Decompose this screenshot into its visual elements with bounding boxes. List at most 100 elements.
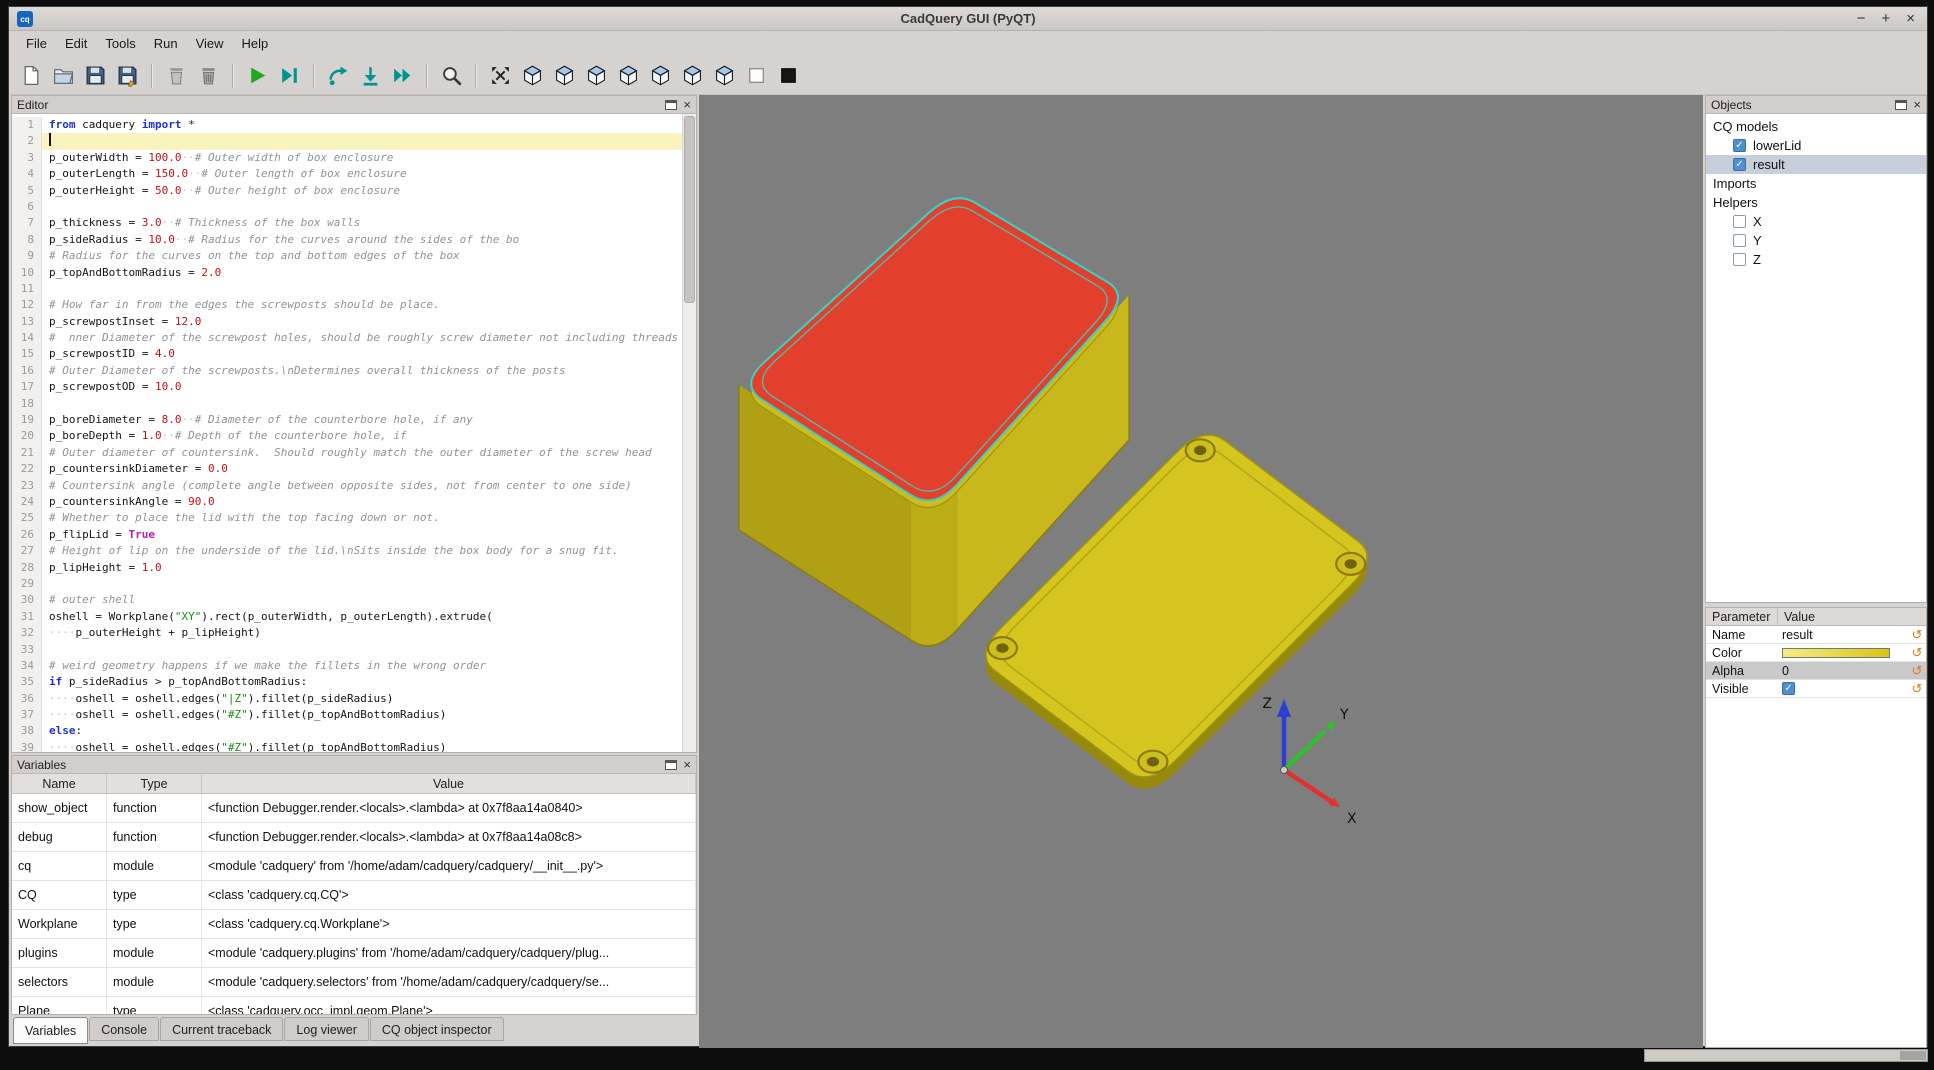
param-row-visible[interactable]: Visible✓↺ bbox=[1706, 680, 1926, 698]
clear-icon[interactable] bbox=[162, 61, 191, 90]
variable-row-plugins[interactable]: pluginsmodule<module 'cadquery.plugins' … bbox=[12, 939, 696, 968]
code-line-10[interactable]: 10p_topAndBottomRadius = 2.0 bbox=[12, 265, 683, 281]
save-script-icon[interactable] bbox=[81, 61, 110, 90]
zoom-icon[interactable] bbox=[437, 61, 466, 90]
code-line-32[interactable]: 32····p_outerHeight + p_lipHeight) bbox=[12, 625, 683, 641]
code-line-16[interactable]: 16# Outer Diameter of the screwposts.\nD… bbox=[12, 363, 683, 379]
close-button[interactable]: × bbox=[1906, 7, 1915, 31]
tab-log-viewer[interactable]: Log viewer bbox=[284, 1017, 368, 1041]
debug-icon[interactable] bbox=[275, 61, 304, 90]
checkbox-z[interactable] bbox=[1733, 253, 1746, 266]
tab-variables[interactable]: Variables bbox=[13, 1017, 88, 1044]
minimize-button[interactable]: − bbox=[1857, 7, 1866, 31]
tab-current-traceback[interactable]: Current traceback bbox=[160, 1017, 283, 1041]
step-over-icon[interactable] bbox=[324, 61, 353, 90]
reset-icon[interactable]: ↺ bbox=[1908, 681, 1926, 697]
variable-row-selectors[interactable]: selectorsmodule<module 'cadquery.selecto… bbox=[12, 968, 696, 997]
variable-row-debug[interactable]: debugfunction<function Debugger.render.<… bbox=[12, 823, 696, 852]
float-panel-icon[interactable] bbox=[1895, 100, 1907, 110]
code-line-39[interactable]: 39····oshell = oshell.edges("#Z").fillet… bbox=[12, 740, 683, 752]
code-line-13[interactable]: 13p_screwpostInset = 12.0 bbox=[12, 314, 683, 330]
horizontal-scrollbar[interactable] bbox=[1644, 1049, 1928, 1062]
param-row-name[interactable]: Nameresult↺ bbox=[1706, 626, 1926, 644]
reset-icon[interactable]: ↺ bbox=[1908, 627, 1926, 643]
code-line-14[interactable]: 14# nner Diameter of the screwpost holes… bbox=[12, 330, 683, 346]
view-back-icon[interactable] bbox=[582, 61, 611, 90]
menu-view[interactable]: View bbox=[187, 31, 233, 57]
variable-row-cq[interactable]: CQtype<class 'cadquery.cq.CQ'> bbox=[12, 881, 696, 910]
code-line-25[interactable]: 25# Whether to place the lid with the to… bbox=[12, 510, 683, 526]
code-line-30[interactable]: 30# outer shell bbox=[12, 592, 683, 608]
code-line-36[interactable]: 36····oshell = oshell.edges("|Z").fillet… bbox=[12, 691, 683, 707]
variables-column-value[interactable]: Value bbox=[202, 774, 696, 793]
code-line-31[interactable]: 31oshell = Workplane("XY").rect(p_outerW… bbox=[12, 609, 683, 625]
close-panel-icon[interactable]: × bbox=[1913, 99, 1921, 111]
variable-row-workplane[interactable]: Workplanetype<class 'cadquery.cq.Workpla… bbox=[12, 910, 696, 939]
code-line-26[interactable]: 26p_flipLid = True bbox=[12, 527, 683, 543]
float-panel-icon[interactable] bbox=[665, 760, 677, 770]
view-front-icon[interactable] bbox=[550, 61, 579, 90]
float-panel-icon[interactable] bbox=[665, 100, 677, 110]
color-swatch[interactable] bbox=[1782, 648, 1890, 658]
scrollbar-thumb[interactable] bbox=[684, 116, 695, 303]
titlebar[interactable]: cq CadQuery GUI (PyQT) − + × bbox=[9, 7, 1927, 31]
checkbox-lowerlid[interactable]: ✓ bbox=[1733, 139, 1746, 152]
menu-help[interactable]: Help bbox=[233, 31, 278, 57]
close-panel-icon[interactable]: × bbox=[683, 99, 691, 111]
view-left-icon[interactable] bbox=[614, 61, 643, 90]
code-line-6[interactable]: 6 bbox=[12, 199, 683, 215]
code-line-23[interactable]: 23# Countersink angle (complete angle be… bbox=[12, 478, 683, 494]
variable-row-show-object[interactable]: show_objectfunction<function Debugger.re… bbox=[12, 794, 696, 823]
tree-item-result[interactable]: ✓result bbox=[1706, 155, 1926, 174]
tree-item-x[interactable]: X bbox=[1706, 212, 1926, 231]
editor-scrollbar[interactable] bbox=[682, 114, 696, 752]
code-line-34[interactable]: 34# weird geometry happens if we make th… bbox=[12, 658, 683, 674]
save-as-script-icon[interactable] bbox=[113, 61, 142, 90]
code-line-2[interactable]: 2 bbox=[12, 133, 683, 149]
step-into-icon[interactable] bbox=[356, 61, 385, 90]
tree-group-imports[interactable]: Imports bbox=[1706, 174, 1926, 193]
close-panel-icon[interactable]: × bbox=[683, 759, 691, 771]
view-bottom-icon[interactable] bbox=[710, 61, 739, 90]
code-line-11[interactable]: 11 bbox=[12, 281, 683, 297]
view-isometric-icon[interactable] bbox=[518, 61, 547, 90]
code-line-37[interactable]: 37····oshell = oshell.edges("#Z").fillet… bbox=[12, 707, 683, 723]
reset-icon[interactable]: ↺ bbox=[1908, 645, 1926, 661]
shaded-view-icon[interactable] bbox=[774, 61, 803, 90]
code-line-20[interactable]: 20p_boreDepth = 1.0··# Depth of the coun… bbox=[12, 428, 683, 444]
tree-item-y[interactable]: Y bbox=[1706, 231, 1926, 250]
code-line-28[interactable]: 28p_lipHeight = 1.0 bbox=[12, 560, 683, 576]
code-line-33[interactable]: 33 bbox=[12, 642, 683, 658]
visible-checkbox[interactable]: ✓ bbox=[1782, 682, 1795, 695]
tree-group-cq-models[interactable]: CQ models bbox=[1706, 117, 1926, 136]
menu-edit[interactable]: Edit bbox=[56, 31, 96, 57]
code-line-9[interactable]: 9# Radius for the curves on the top and … bbox=[12, 248, 683, 264]
code-line-19[interactable]: 19p_boreDiameter = 8.0··# Diameter of th… bbox=[12, 412, 683, 428]
code-line-18[interactable]: 18 bbox=[12, 396, 683, 412]
wireframe-view-icon[interactable] bbox=[742, 61, 771, 90]
variable-row-cq[interactable]: cqmodule<module 'cadquery' from '/home/a… bbox=[12, 852, 696, 881]
checkbox-result[interactable]: ✓ bbox=[1733, 158, 1746, 171]
code-line-12[interactable]: 12# How far in from the edges the screwp… bbox=[12, 297, 683, 313]
checkbox-x[interactable] bbox=[1733, 215, 1746, 228]
code-line-24[interactable]: 24p_countersinkAngle = 90.0 bbox=[12, 494, 683, 510]
render-run-icon[interactable] bbox=[243, 61, 272, 90]
code-editor[interactable]: 1from cadquery import *23p_outerWidth = … bbox=[12, 114, 683, 752]
code-line-21[interactable]: 21# Outer diameter of countersink. Shoul… bbox=[12, 445, 683, 461]
code-line-8[interactable]: 8p_sideRadius = 10.0··# Radius for the c… bbox=[12, 232, 683, 248]
tree-group-helpers[interactable]: Helpers bbox=[1706, 193, 1926, 212]
param-row-alpha[interactable]: Alpha0↺ bbox=[1706, 662, 1926, 680]
variables-column-name[interactable]: Name bbox=[12, 774, 107, 793]
code-line-15[interactable]: 15p_screwpostID = 4.0 bbox=[12, 346, 683, 362]
viewport-3d[interactable]: Z Y X bbox=[699, 95, 1703, 1048]
code-line-29[interactable]: 29 bbox=[12, 576, 683, 592]
fit-view-icon[interactable] bbox=[486, 61, 515, 90]
code-line-38[interactable]: 38else: bbox=[12, 723, 683, 739]
code-line-3[interactable]: 3p_outerWidth = 100.0··# Outer width of … bbox=[12, 150, 683, 166]
code-line-7[interactable]: 7p_thickness = 3.0··# Thickness of the b… bbox=[12, 215, 683, 231]
continue-icon[interactable] bbox=[388, 61, 417, 90]
menu-file[interactable]: File bbox=[17, 31, 56, 57]
tree-item-z[interactable]: Z bbox=[1706, 250, 1926, 269]
new-script-icon[interactable] bbox=[17, 61, 46, 90]
variable-row-plane[interactable]: Planetype<class 'cadquery.occ_impl.geom.… bbox=[12, 997, 696, 1014]
